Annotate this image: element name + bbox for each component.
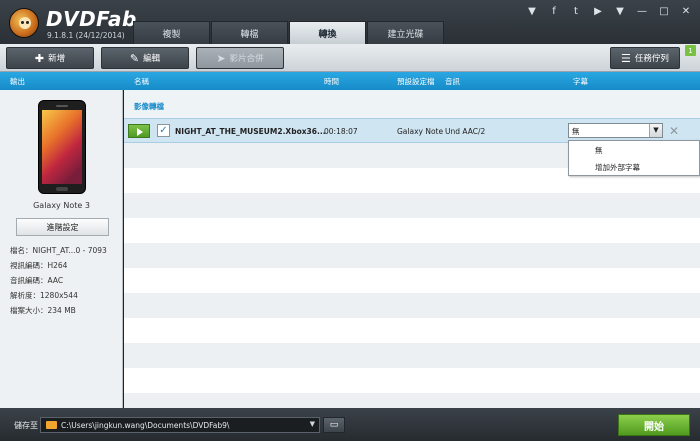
add-button[interactable]: ✚ 新增 bbox=[6, 47, 94, 69]
edit-button-label: 編輯 bbox=[143, 54, 161, 64]
info-file-size: 檔案大小：234 MB bbox=[10, 306, 76, 315]
device-panel: Galaxy Note 3 進階設定 檔名：NIGHT_AT...0 - 709… bbox=[0, 90, 123, 408]
file-duration: 00:18:07 bbox=[324, 127, 358, 136]
edit-icon: ✎ bbox=[129, 51, 140, 65]
subtitle-option-none[interactable]: 無 bbox=[595, 145, 603, 156]
info-filename: 檔名：NIGHT_AT...0 - 7093 bbox=[10, 246, 107, 255]
edit-button[interactable]: ✎ 編輯 bbox=[101, 47, 189, 69]
file-audio[interactable]: Und AAC/2 bbox=[445, 127, 485, 136]
title-bar: DVDFab 9.1.8.1 (24/12/2014) 複製 轉檔 轉換 建立光… bbox=[0, 0, 700, 44]
info-resolution: 解析度：1280x544 bbox=[10, 291, 78, 300]
remove-row-icon[interactable]: ✕ bbox=[669, 124, 679, 138]
twitter-icon[interactable]: t bbox=[570, 6, 582, 17]
col-subtitle[interactable]: 字幕 bbox=[573, 76, 588, 87]
col-output: 輸出 bbox=[10, 77, 25, 86]
col-name[interactable]: 名稱 bbox=[134, 76, 149, 87]
list-icon: ☰ bbox=[621, 51, 631, 65]
merge-button-label: 影片合併 bbox=[229, 54, 264, 64]
task-queue-button[interactable]: ☰ 任務佇列 bbox=[610, 47, 680, 69]
info-audio-codec: 音訊編碼：AAC bbox=[10, 276, 64, 285]
window-controls: ▼ f t ▶ ▼ — □ ✕ bbox=[526, 6, 692, 17]
merge-button[interactable]: ➤ 影片合併 bbox=[196, 47, 284, 69]
column-header-row: 輸出 名稱 時間 預設設定檔 音訊 字幕 bbox=[0, 72, 700, 90]
dvdfab-logo-icon bbox=[9, 8, 39, 38]
info-video-codec: 視訊編碼：H264 bbox=[10, 261, 68, 270]
browse-folder-button[interactable]: ▭ bbox=[323, 417, 345, 433]
app-version: 9.1.8.1 (24/12/2014) bbox=[47, 31, 125, 40]
maximize-icon[interactable]: □ bbox=[658, 6, 670, 17]
col-audio[interactable]: 音訊 bbox=[445, 76, 460, 87]
file-list: 影像轉檔 ✓ NIGHT_AT_THE_MUSEUM2.Xbox36... 00… bbox=[124, 90, 700, 408]
add-button-label: 新增 bbox=[48, 54, 66, 64]
merge-icon: ➤ bbox=[216, 51, 226, 65]
play-icon[interactable] bbox=[128, 124, 150, 138]
output-path-text: C:\Users\jingkun.wang\Documents\DVDFab9\ bbox=[61, 421, 230, 430]
tab-creator[interactable]: 建立光碟 bbox=[367, 21, 444, 44]
group-label: 影像轉檔 bbox=[134, 102, 164, 111]
file-name: NIGHT_AT_THE_MUSEUM2.Xbox36... bbox=[175, 127, 326, 136]
device-name: Galaxy Note 3 bbox=[33, 201, 90, 210]
output-path-field[interactable]: C:\Users\jingkun.wang\Documents\DVDFab9\… bbox=[40, 417, 320, 433]
menu-arrow-icon[interactable]: ▼ bbox=[526, 6, 538, 17]
bottom-bar: 儲存至 C:\Users\jingkun.wang\Documents\DVDF… bbox=[0, 408, 700, 441]
task-queue-label: 任務佇列 bbox=[634, 54, 669, 64]
col-time[interactable]: 時間 bbox=[324, 76, 339, 87]
subtitle-dropdown: 無 增加外部字幕 bbox=[568, 140, 700, 176]
file-info-list: 檔名：NIGHT_AT...0 - 7093 視訊編碼：H264 音訊編碼：AA… bbox=[10, 243, 107, 318]
save-to-label: 儲存至 bbox=[14, 421, 38, 430]
row-checkbox[interactable]: ✓ bbox=[157, 124, 170, 137]
facebook-icon[interactable]: f bbox=[548, 6, 560, 17]
phone-image bbox=[38, 100, 86, 194]
group-header: 影像轉檔 bbox=[124, 90, 700, 118]
tab-copy[interactable]: 複製 bbox=[133, 21, 210, 44]
plus-icon: ✚ bbox=[34, 51, 45, 65]
start-button[interactable]: 開始 bbox=[618, 414, 690, 436]
subtitle-select-value: 無 bbox=[572, 127, 580, 136]
path-dropdown-icon[interactable]: ▼ bbox=[310, 420, 315, 428]
col-profile[interactable]: 預設設定檔 bbox=[397, 76, 435, 87]
tab-converter[interactable]: 轉換 bbox=[289, 21, 366, 44]
settings-dropdown-icon[interactable]: ▼ bbox=[614, 6, 626, 17]
app-brand: DVDFab bbox=[46, 7, 137, 31]
open-folder-icon: ▭ bbox=[329, 420, 339, 430]
tab-ripper[interactable]: 轉檔 bbox=[211, 21, 288, 44]
chevron-down-icon[interactable]: ▼ bbox=[649, 124, 662, 137]
advanced-settings-button[interactable]: 進階設定 bbox=[16, 218, 109, 236]
youtube-icon[interactable]: ▶ bbox=[592, 6, 604, 17]
file-profile[interactable]: Galaxy Note bbox=[397, 127, 443, 136]
subtitle-option-add-external[interactable]: 增加外部字幕 bbox=[595, 162, 640, 173]
folder-icon bbox=[46, 421, 57, 429]
close-icon[interactable]: ✕ bbox=[680, 6, 692, 17]
subtitle-select[interactable]: 無 ▼ bbox=[568, 123, 663, 138]
toolbar: ✚ 新增 ✎ 編輯 ➤ 影片合併 ☰ 任務佇列 bbox=[0, 44, 700, 72]
main-tabs: 複製 轉檔 轉換 建立光碟 bbox=[133, 21, 445, 44]
minimize-icon[interactable]: — bbox=[636, 6, 648, 17]
queue-count-badge: 1 bbox=[685, 45, 696, 56]
